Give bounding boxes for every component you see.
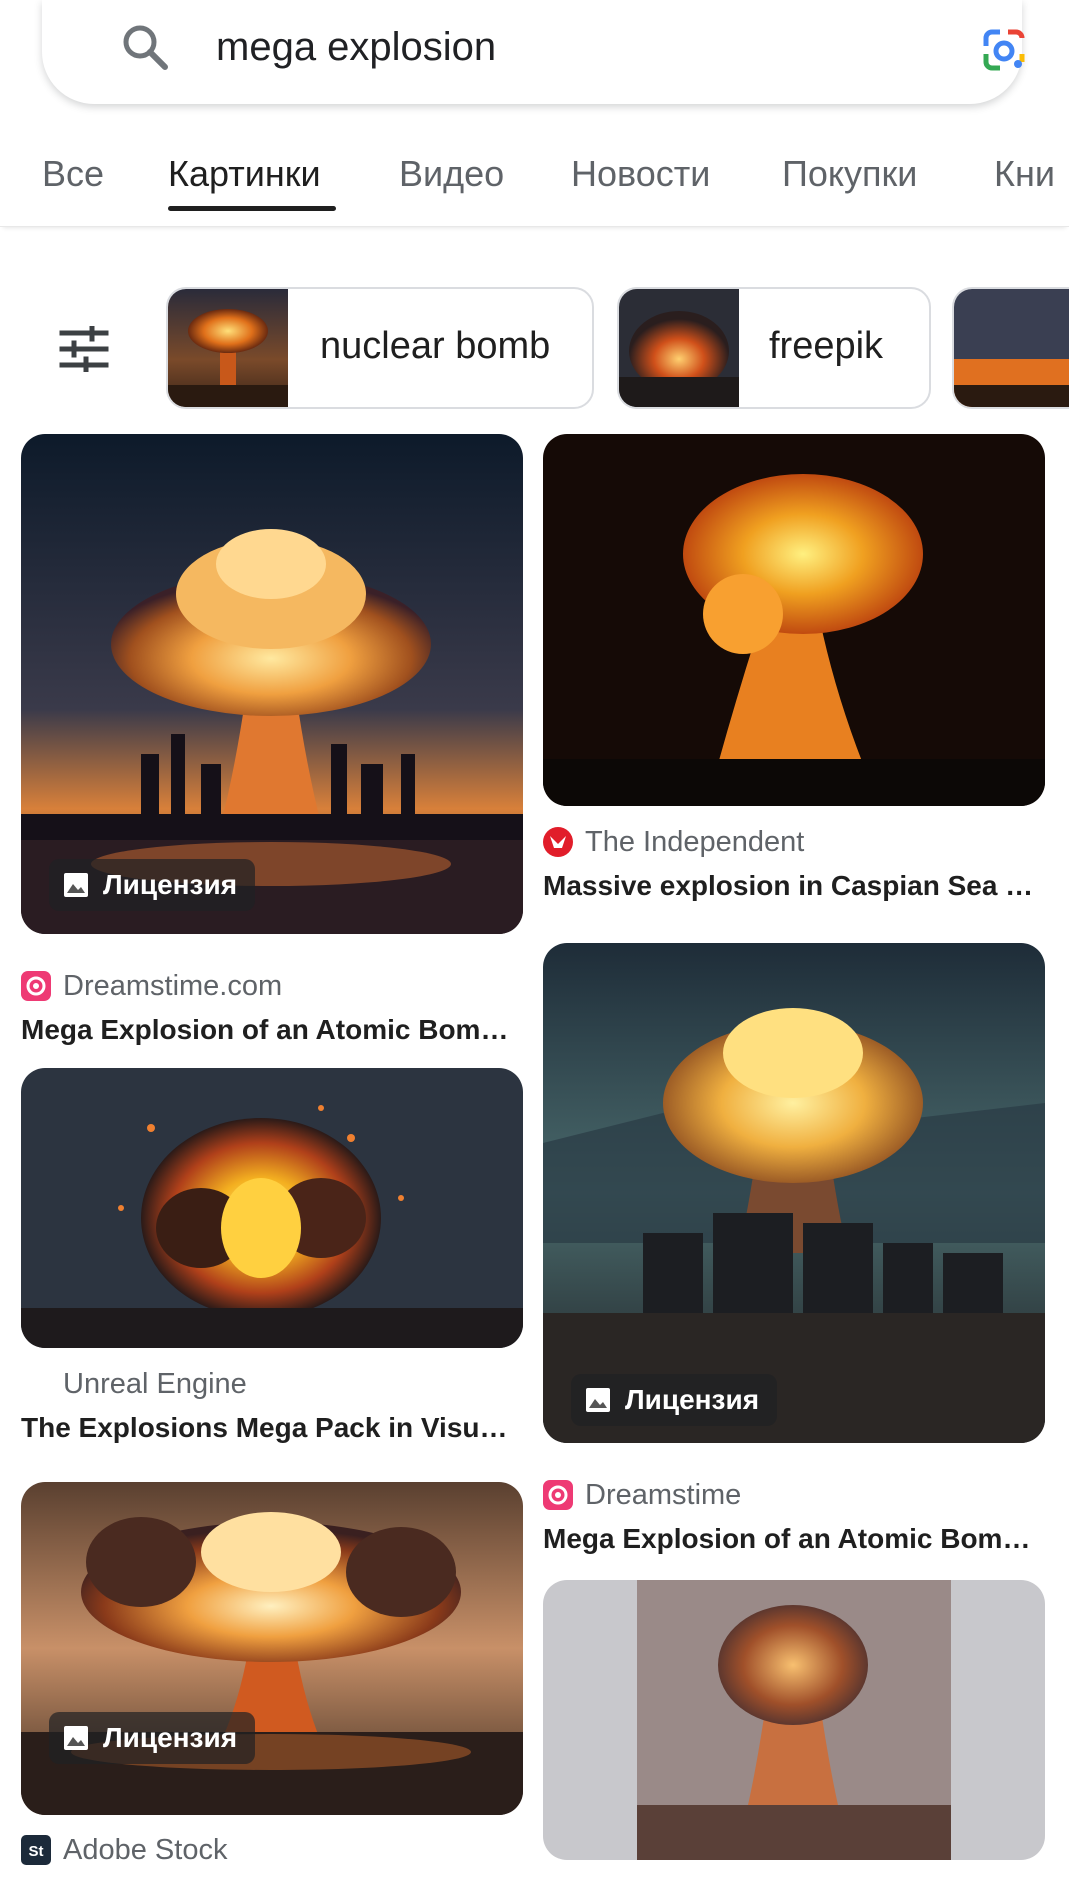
chip-more[interactable] (952, 287, 1069, 409)
result-source-2[interactable]: The Independent (543, 824, 804, 860)
adobe-stock-logo-icon: St (21, 1835, 51, 1865)
result-source-5[interactable]: St Adobe Stock (21, 1832, 227, 1868)
tab-books[interactable]: Кни (994, 150, 1055, 198)
result-source-4[interactable]: Dreamstime (543, 1477, 741, 1513)
result-title-2[interactable]: Massive explosion in Caspian Sea … (543, 868, 1033, 904)
google-lens-icon[interactable] (980, 26, 1028, 74)
explosion-image (21, 1068, 523, 1348)
tab-news[interactable]: Новости (571, 150, 710, 198)
chip-thumbnail (168, 289, 288, 407)
tab-images[interactable]: Картинки (168, 150, 321, 198)
search-tabs: Все Картинки Видео Новости Покупки Кни (0, 140, 1069, 227)
image-icon (64, 1726, 88, 1750)
image-icon (586, 1388, 610, 1412)
search-bar[interactable]: mega explosion (42, 0, 1025, 104)
result-image-1[interactable]: Лицензия (21, 434, 523, 934)
dreamstime-logo-icon (21, 971, 51, 1001)
mushroom-cloud-image (543, 1580, 1045, 1860)
chip-thumbnail (619, 289, 739, 407)
image-icon (64, 873, 88, 897)
result-source-1[interactable]: Dreamstime.com (21, 968, 282, 1004)
tab-all[interactable]: Все (42, 150, 104, 198)
chip-label: nuclear bomb (320, 325, 551, 367)
source-name: Dreamstime (585, 1479, 742, 1511)
license-badge[interactable]: Лицензия (571, 1374, 778, 1426)
result-title-3[interactable]: The Explosions Mega Pack in Visu… (21, 1410, 508, 1446)
tab-video[interactable]: Видео (399, 150, 504, 198)
active-tab-indicator (168, 206, 336, 211)
filter-icon[interactable] (58, 326, 110, 372)
search-icon[interactable] (120, 22, 170, 72)
license-label: Лицензия (103, 869, 238, 900)
result-title-4[interactable]: Mega Explosion of an Atomic Bom… (543, 1521, 1030, 1557)
result-image-4[interactable]: Лицензия (543, 943, 1045, 1443)
license-badge[interactable]: Лицензия (49, 1712, 256, 1764)
chip-label: freepik (769, 325, 884, 367)
result-title-1[interactable]: Mega Explosion of an Atomic Bom… (21, 1012, 508, 1048)
result-image-6[interactable] (543, 1580, 1045, 1860)
unreal-logo-icon (21, 1369, 51, 1399)
search-input[interactable]: mega explosion (216, 20, 496, 74)
source-name: Unreal Engine (63, 1368, 247, 1400)
license-label: Лицензия (103, 1722, 238, 1753)
fireball-image (543, 434, 1045, 806)
svg-text:St: St (29, 1843, 44, 1860)
license-label: Лицензия (625, 1384, 760, 1415)
source-name: The Independent (585, 826, 805, 858)
chip-nuclear-bomb[interactable]: nuclear bomb (166, 287, 594, 409)
source-name: Adobe Stock (63, 1834, 228, 1866)
result-image-2[interactable] (543, 434, 1045, 806)
independent-logo-icon (543, 827, 573, 857)
mushroom-cloud-image (21, 1482, 523, 1815)
dreamstime-logo-icon (543, 1480, 573, 1510)
result-image-5[interactable]: Лицензия (21, 1482, 523, 1815)
result-image-3[interactable] (21, 1068, 523, 1348)
result-source-3[interactable]: Unreal Engine (21, 1366, 247, 1402)
mushroom-cloud-image (543, 943, 1045, 1443)
tab-shopping[interactable]: Покупки (782, 150, 917, 198)
chip-freepik[interactable]: freepik (617, 287, 931, 409)
source-name: Dreamstime.com (63, 970, 283, 1002)
license-badge[interactable]: Лицензия (49, 859, 256, 911)
chip-thumbnail (954, 289, 1069, 407)
